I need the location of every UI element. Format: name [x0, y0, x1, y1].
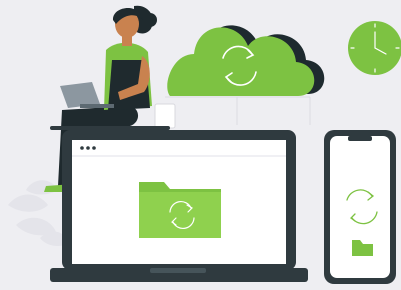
illustration-canvas — [8, 5, 401, 284]
window-controls — [80, 146, 96, 150]
phone-screen — [330, 136, 390, 278]
background-lines — [165, 96, 311, 125]
cup — [154, 103, 176, 129]
phone — [324, 130, 396, 284]
cloud-sync-illustration — [0, 0, 401, 290]
clock-icon — [348, 21, 401, 75]
cloud — [167, 25, 325, 96]
folder-sync-icon — [139, 182, 221, 238]
person-seat — [50, 126, 170, 130]
laptop — [50, 130, 308, 282]
